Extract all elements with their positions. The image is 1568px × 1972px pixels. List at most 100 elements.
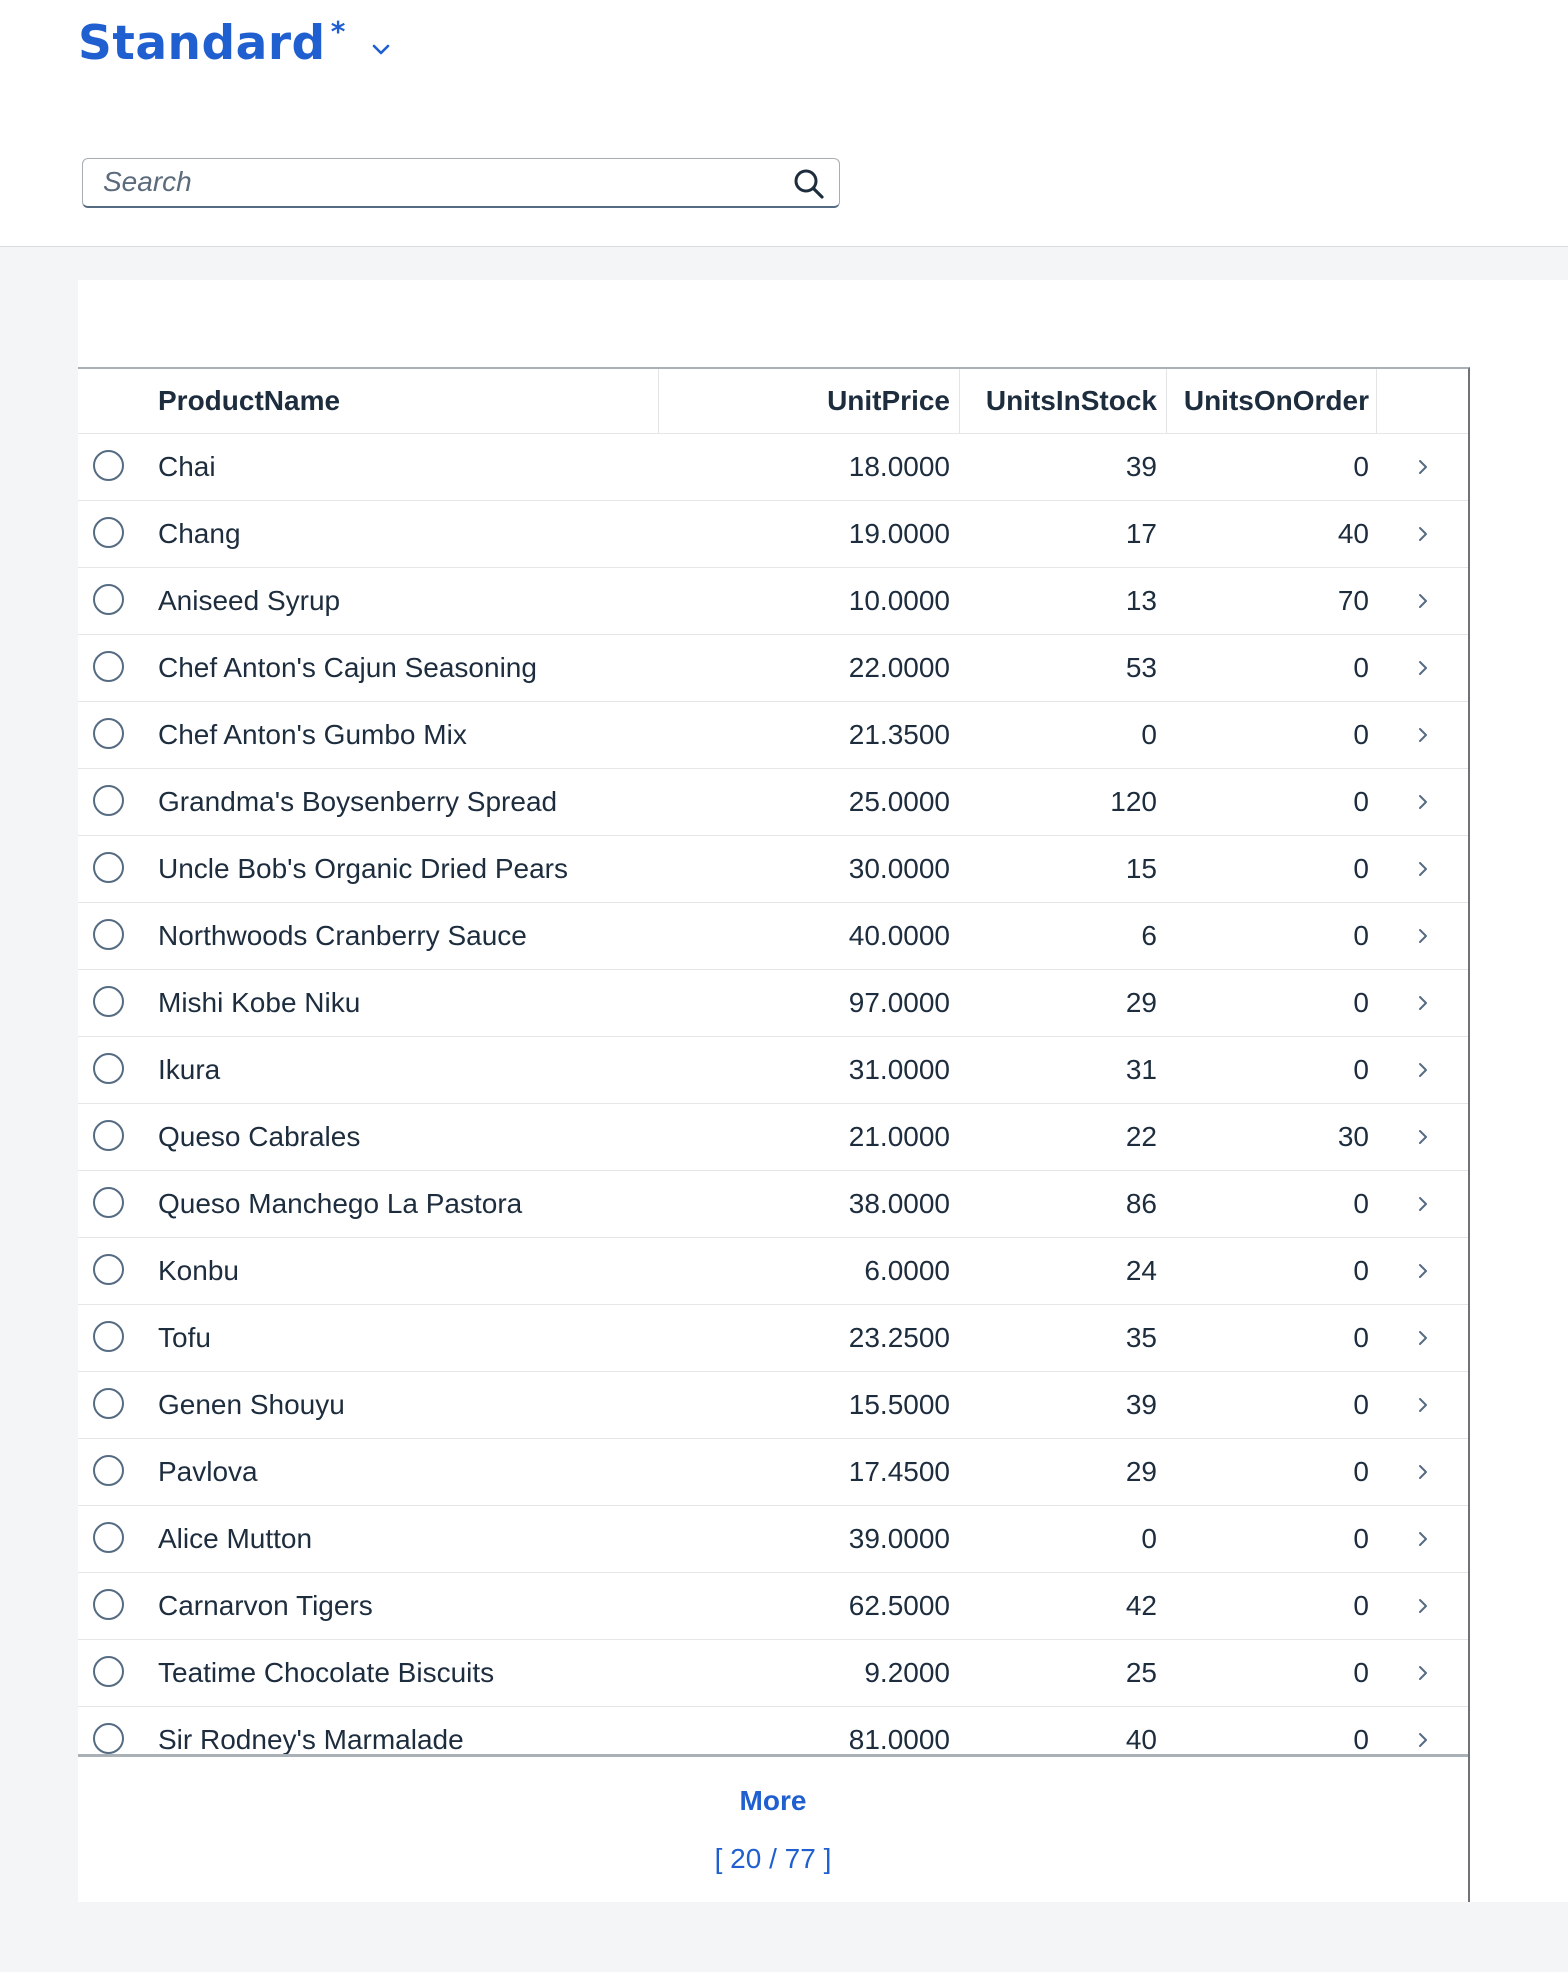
units-in-stock-cell: 6: [1141, 920, 1157, 951]
row-select-radio[interactable]: [93, 1187, 124, 1218]
units-in-stock-cell: 17: [1125, 518, 1157, 549]
row-select-radio[interactable]: [93, 986, 124, 1017]
variant-title[interactable]: Standard: [78, 12, 326, 76]
chevron-right-icon[interactable]: [1416, 1262, 1430, 1280]
unit-price-cell: 18.0000: [848, 451, 950, 482]
unit-price-cell: 21.3500: [848, 719, 950, 750]
products-table: ProductName UnitPrice UnitsInStock Units…: [78, 367, 1470, 1773]
table-row[interactable]: Ikura 31.0000 31 0: [78, 1037, 1468, 1104]
table-row[interactable]: Northwoods Cranberry Sauce 40.0000 6 0: [78, 903, 1468, 970]
variant-selector[interactable]: Standard *: [78, 12, 395, 76]
table-row[interactable]: Konbu 6.0000 24 0: [78, 1238, 1468, 1305]
row-select-radio[interactable]: [93, 1522, 124, 1553]
table-row[interactable]: Grandma's Boysenberry Spread 25.0000 120 0: [78, 769, 1468, 836]
table-row[interactable]: Queso Cabrales 21.0000 22 30: [78, 1104, 1468, 1171]
row-select-radio[interactable]: [93, 718, 124, 749]
units-on-order-cell: 0: [1353, 1590, 1369, 1621]
table-row[interactable]: Queso Manchego La Pastora 38.0000 86 0: [78, 1171, 1468, 1238]
column-header-unitprice[interactable]: UnitPrice: [827, 369, 950, 433]
row-select-radio[interactable]: [93, 1120, 124, 1151]
column-header-unitsinstock[interactable]: UnitsInStock: [986, 369, 1157, 433]
chevron-right-icon[interactable]: [1416, 1597, 1430, 1615]
units-in-stock-cell: 39: [1125, 451, 1157, 482]
chevron-right-icon[interactable]: [1416, 1396, 1430, 1414]
unit-price-cell: 38.0000: [848, 1188, 950, 1219]
chevron-right-icon[interactable]: [1416, 726, 1430, 744]
search-input[interactable]: [83, 159, 763, 205]
column-separator: [658, 369, 659, 433]
unit-price-cell: 21.0000: [848, 1121, 950, 1152]
unit-price-cell: 25.0000: [848, 786, 950, 817]
row-select-radio[interactable]: [93, 1656, 124, 1687]
row-select-radio[interactable]: [93, 517, 124, 548]
chevron-right-icon[interactable]: [1416, 592, 1430, 610]
row-select-radio[interactable]: [93, 584, 124, 615]
chevron-right-icon[interactable]: [1416, 860, 1430, 878]
product-name-cell: Alice Mutton: [158, 1523, 313, 1554]
unit-price-cell: 31.0000: [848, 1054, 950, 1085]
table-row[interactable]: Carnarvon Tigers 62.5000 42 0: [78, 1573, 1468, 1640]
units-in-stock-cell: 29: [1125, 1456, 1157, 1487]
row-select-radio[interactable]: [93, 1455, 124, 1486]
table-row[interactable]: Tofu 23.2500 35 0: [78, 1305, 1468, 1372]
more-button[interactable]: More [ 20 / 77 ]: [78, 1757, 1470, 1902]
table-row[interactable]: Alice Mutton 39.0000 0 0: [78, 1506, 1468, 1573]
units-in-stock-cell: 25: [1125, 1657, 1157, 1688]
chevron-right-icon[interactable]: [1416, 1463, 1430, 1481]
chevron-right-icon[interactable]: [1416, 1731, 1430, 1749]
row-select-radio[interactable]: [93, 1321, 124, 1352]
chevron-right-icon[interactable]: [1416, 525, 1430, 543]
units-in-stock-cell: 13: [1125, 585, 1157, 616]
chevron-right-icon[interactable]: [1416, 1128, 1430, 1146]
chevron-right-icon[interactable]: [1416, 659, 1430, 677]
row-select-radio[interactable]: [93, 1254, 124, 1285]
table-row[interactable]: Chef Anton's Cajun Seasoning 22.0000 53 0: [78, 635, 1468, 702]
row-select-radio[interactable]: [93, 1723, 124, 1754]
chevron-right-icon[interactable]: [1416, 1329, 1430, 1347]
chevron-right-icon[interactable]: [1416, 1664, 1430, 1682]
table-row[interactable]: Aniseed Syrup 10.0000 13 70: [78, 568, 1468, 635]
chevron-down-icon[interactable]: [367, 36, 395, 64]
chevron-right-icon[interactable]: [1416, 793, 1430, 811]
table-row[interactable]: Chef Anton's Gumbo Mix 21.3500 0 0: [78, 702, 1468, 769]
column-header-productname[interactable]: ProductName: [158, 369, 340, 433]
row-select-radio[interactable]: [93, 450, 124, 481]
units-in-stock-cell: 0: [1141, 719, 1157, 750]
units-in-stock-cell: 29: [1125, 987, 1157, 1018]
row-select-radio[interactable]: [93, 1053, 124, 1084]
row-select-radio[interactable]: [93, 651, 124, 682]
row-select-radio[interactable]: [93, 852, 124, 883]
product-name-cell: Grandma's Boysenberry Spread: [158, 786, 558, 817]
row-select-radio[interactable]: [93, 919, 124, 950]
units-in-stock-cell: 42: [1125, 1590, 1157, 1621]
table-row[interactable]: Mishi Kobe Niku 97.0000 29 0: [78, 970, 1468, 1037]
table-row[interactable]: Chang 19.0000 17 40: [78, 501, 1468, 568]
table-row[interactable]: Uncle Bob's Organic Dried Pears 30.0000 15…: [78, 836, 1468, 903]
search-icon[interactable]: [791, 166, 827, 202]
chevron-right-icon[interactable]: [1416, 1195, 1430, 1213]
product-name-cell: Chef Anton's Cajun Seasoning: [158, 652, 537, 683]
units-in-stock-cell: 120: [1110, 786, 1157, 817]
chevron-right-icon[interactable]: [1416, 994, 1430, 1012]
product-name-cell: Konbu: [158, 1255, 239, 1286]
units-on-order-cell: 0: [1353, 853, 1369, 884]
unit-price-cell: 15.5000: [848, 1389, 950, 1420]
chevron-right-icon[interactable]: [1416, 1530, 1430, 1548]
chevron-right-icon[interactable]: [1416, 927, 1430, 945]
chevron-right-icon[interactable]: [1416, 458, 1430, 476]
units-on-order-cell: 0: [1353, 987, 1369, 1018]
row-select-radio[interactable]: [93, 1589, 124, 1620]
column-header-unitsonorder[interactable]: UnitsOnOrder: [1184, 369, 1369, 433]
chevron-right-icon[interactable]: [1416, 1061, 1430, 1079]
table-row[interactable]: Teatime Chocolate Biscuits 9.2000 25 0: [78, 1640, 1468, 1707]
unit-price-cell: 39.0000: [848, 1523, 950, 1554]
unit-price-cell: 62.5000: [848, 1590, 950, 1621]
search-field[interactable]: [82, 158, 840, 208]
units-on-order-cell: 0: [1353, 1456, 1369, 1487]
table-row[interactable]: Pavlova 17.4500 29 0: [78, 1439, 1468, 1506]
row-select-radio[interactable]: [93, 785, 124, 816]
row-select-radio[interactable]: [93, 1388, 124, 1419]
table-row[interactable]: Chai 18.0000 39 0: [78, 434, 1468, 501]
table-row[interactable]: Genen Shouyu 15.5000 39 0: [78, 1372, 1468, 1439]
more-label[interactable]: More: [78, 1785, 1468, 1817]
